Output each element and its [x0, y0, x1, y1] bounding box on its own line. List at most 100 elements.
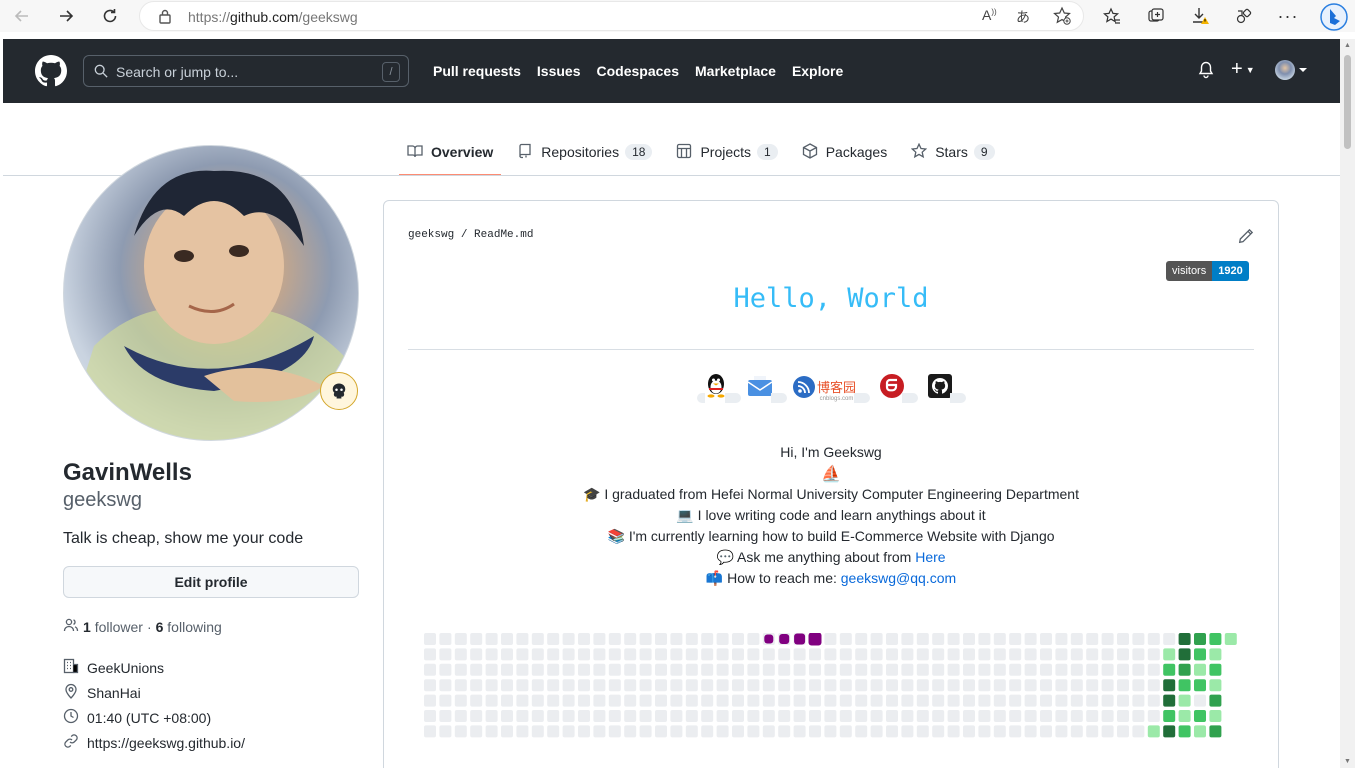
tab-stars[interactable]: Stars 9	[903, 140, 1002, 176]
contribution-cell	[1163, 679, 1176, 692]
tab-overview[interactable]: Overview	[399, 140, 502, 176]
downloads-icon[interactable]	[1186, 4, 1214, 28]
contribution-cell	[439, 694, 452, 707]
scroll-up-arrow-icon[interactable]: ▲	[1344, 42, 1351, 49]
refresh-button[interactable]	[96, 4, 124, 28]
lock-icon[interactable]	[158, 8, 172, 29]
forward-button[interactable]	[52, 4, 80, 28]
tab-repositories[interactable]: Repositories 18	[509, 140, 660, 176]
breadcrumb-separator: /	[460, 229, 468, 241]
search-input[interactable]: Search or jump to... /	[83, 55, 409, 87]
following-link[interactable]: 6 following	[156, 619, 222, 635]
page-scrollbar[interactable]: ▲ ▼	[1340, 39, 1355, 768]
contribution-cell	[624, 679, 637, 692]
gitee-badge[interactable]	[880, 374, 919, 403]
back-button[interactable]	[8, 4, 36, 28]
followers-link[interactable]: 1 follower	[83, 619, 143, 635]
nav-codespaces[interactable]: Codespaces	[597, 63, 679, 79]
contribution-cell	[639, 679, 652, 692]
star-icon	[910, 142, 928, 162]
bing-copilot-icon[interactable]	[1318, 2, 1350, 32]
address-bar[interactable]: https://github.com/geekswg A)) あ	[139, 1, 1084, 31]
speech-bubble-icon: 💬	[716, 549, 734, 565]
contribution-cell	[1101, 663, 1114, 676]
contribution-cell	[1086, 725, 1099, 738]
sailboat-icon: ⛵	[821, 466, 841, 483]
contribution-cell	[454, 648, 467, 661]
achievement-badge-octocat-icon[interactable]	[320, 372, 358, 410]
favorite-add-icon[interactable]	[1052, 6, 1072, 29]
contribution-cell	[901, 725, 914, 738]
contribution-cell	[424, 679, 436, 692]
contribution-cell	[932, 710, 945, 722]
nav-issues[interactable]: Issues	[537, 63, 581, 79]
scrollbar-thumb[interactable]	[1344, 55, 1351, 149]
contribution-cell	[501, 648, 513, 661]
contribution-cell	[1009, 648, 1022, 661]
contribution-cell	[578, 694, 590, 707]
profile-fullname: GavinWells	[63, 459, 192, 486]
contribution-cell	[547, 648, 560, 661]
more-menu-icon[interactable]: ···	[1274, 4, 1302, 28]
contribution-snake-animation	[424, 633, 1237, 738]
notifications-bell-icon[interactable]	[1198, 61, 1214, 84]
readme-owner-link[interactable]: geekswg	[408, 229, 454, 241]
github-header: Search or jump to... / Pull requests Iss…	[3, 39, 1340, 103]
user-avatar-menu[interactable]	[1275, 59, 1315, 86]
contribution-cell	[901, 710, 914, 722]
tab-label: Packages	[825, 144, 888, 160]
contribution-cell	[809, 648, 821, 661]
intro-line-education: 🎓 I graduated from Hefei Normal Universi…	[583, 486, 1079, 502]
contribution-cell	[993, 694, 1006, 707]
contribution-cell	[639, 648, 652, 661]
contribution-cell	[1101, 725, 1114, 738]
email-link[interactable]: geekswg@qq.com	[841, 570, 956, 586]
github-logo-icon[interactable]	[35, 55, 67, 92]
contribution-cell	[1055, 710, 1068, 722]
scroll-down-arrow-icon[interactable]: ▼	[1344, 758, 1351, 765]
favorites-icon[interactable]	[1098, 4, 1126, 28]
website-link[interactable]: https://geekswg.github.io/	[87, 735, 245, 751]
contribution-cell	[439, 725, 452, 738]
contribution-cell	[839, 694, 852, 707]
nav-pull-requests[interactable]: Pull requests	[433, 63, 521, 79]
contribution-cell	[1055, 725, 1068, 738]
contribution-cell	[439, 663, 452, 676]
contribution-cell	[963, 679, 975, 692]
translate-icon[interactable]: あ	[1016, 7, 1030, 27]
profile-username: geekswg	[63, 489, 142, 511]
contribution-cell	[793, 648, 806, 661]
intro-line-coding: 💻 I love writing code and learn anything…	[676, 507, 986, 523]
nav-marketplace[interactable]: Marketplace	[695, 63, 776, 79]
ask-here-link[interactable]: Here	[915, 549, 945, 565]
contribution-cell	[824, 694, 837, 707]
contribution-cell	[1040, 725, 1052, 738]
contribution-cell	[516, 710, 529, 722]
url-text[interactable]: https://github.com/geekswg	[188, 9, 358, 25]
contribution-cell	[963, 710, 975, 722]
edit-profile-button[interactable]: Edit profile	[63, 566, 359, 598]
read-aloud-icon[interactable]: A))	[982, 7, 997, 23]
edit-readme-pencil-icon[interactable]	[1238, 228, 1254, 249]
contribution-cell	[993, 663, 1006, 676]
email-badge[interactable]	[747, 374, 787, 403]
contribution-cell	[978, 694, 991, 707]
qq-badge[interactable]	[697, 372, 741, 403]
contribution-cell	[855, 648, 868, 661]
extensions-icon[interactable]	[1230, 4, 1258, 28]
collections-icon[interactable]	[1142, 4, 1170, 28]
nav-explore[interactable]: Explore	[792, 63, 843, 79]
link-icon	[63, 733, 79, 752]
tab-projects[interactable]: Projects 1	[668, 140, 785, 176]
contribution-cell	[886, 710, 898, 722]
snake-segment	[764, 634, 774, 644]
cnblogs-badge[interactable]: 博客园 cnblogs.com	[793, 376, 871, 403]
create-new-icon[interactable]: + ▼	[1231, 59, 1255, 80]
tab-packages[interactable]: Packages	[794, 140, 895, 176]
github-badge[interactable]	[928, 374, 967, 403]
contribution-cell	[809, 663, 821, 676]
contribution-cell	[947, 648, 960, 661]
readme-file-link[interactable]: ReadMe.md	[474, 229, 533, 241]
contribution-cell	[870, 648, 883, 661]
profile-avatar[interactable]	[63, 145, 359, 441]
